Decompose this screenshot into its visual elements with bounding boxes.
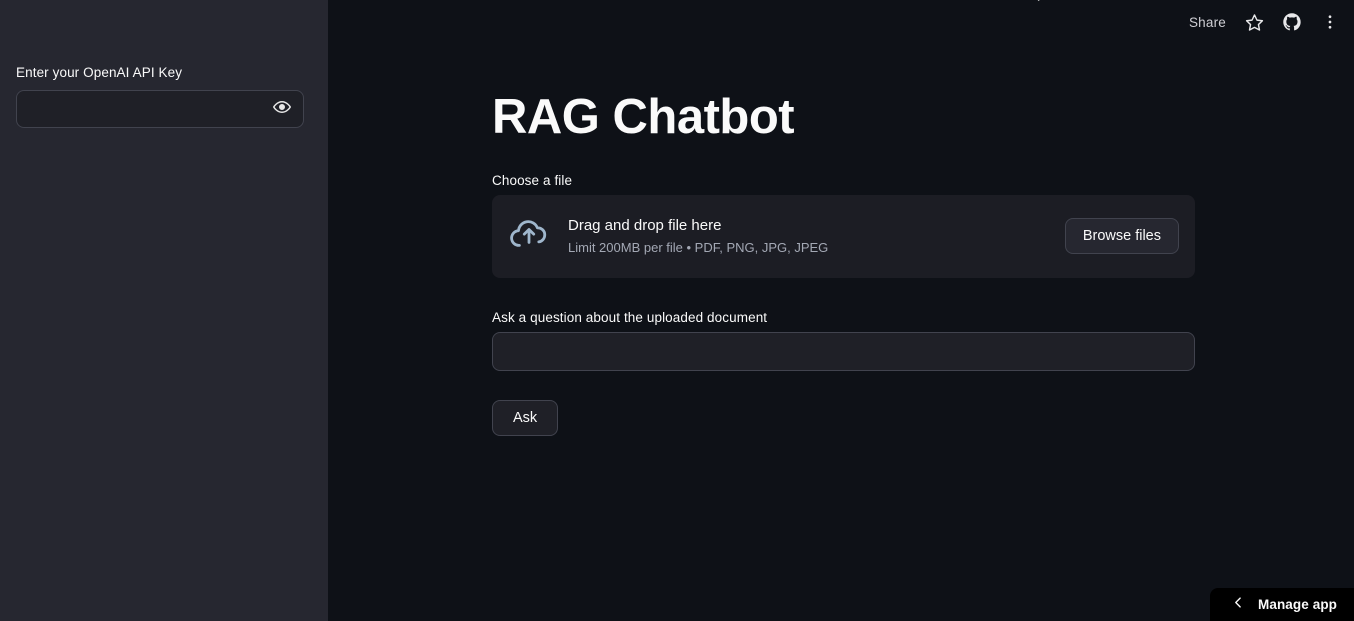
dropzone-instruction: Drag and drop file here xyxy=(568,216,722,234)
ask-button[interactable]: Ask xyxy=(492,399,559,436)
main-content: Share RAG Chatbot Choose a file Drag and… xyxy=(328,0,1354,621)
question-input-label: Ask a question about the uploaded docume… xyxy=(492,309,768,325)
page-title: RAG Chatbot xyxy=(492,90,795,144)
manage-app-label: Manage app xyxy=(1258,597,1338,612)
toggle-visibility-button[interactable] xyxy=(269,91,303,127)
manage-app-button[interactable]: Manage app xyxy=(1210,588,1354,621)
question-section: Ask a question about the uploaded docume… xyxy=(492,310,1196,371)
sidebar: Enter your OpenAI API Key xyxy=(0,0,328,621)
browse-files-button[interactable]: Browse files xyxy=(1064,218,1179,255)
api-key-label: Enter your OpenAI API Key xyxy=(16,65,183,80)
api-key-field[interactable] xyxy=(16,89,304,128)
chevron-left-icon xyxy=(1232,596,1245,614)
cloud-upload-icon xyxy=(508,213,550,260)
kebab-menu-icon[interactable] xyxy=(1320,12,1340,32)
share-button[interactable]: Share xyxy=(1189,15,1226,30)
top-toolbar: Share xyxy=(1189,0,1340,44)
star-icon[interactable] xyxy=(1244,12,1264,32)
running-status-icon xyxy=(1031,0,1045,6)
dropzone-limits: Limit 200MB per file • PDF, PNG, JPG, JP… xyxy=(568,240,829,256)
question-input[interactable] xyxy=(492,331,1195,371)
eye-icon xyxy=(273,98,291,119)
file-uploader-dropzone[interactable]: Drag and drop file here Limit 200MB per … xyxy=(492,194,1195,278)
file-uploader-label: Choose a file xyxy=(492,172,573,188)
api-key-input[interactable] xyxy=(17,90,269,127)
github-icon[interactable] xyxy=(1282,12,1302,32)
